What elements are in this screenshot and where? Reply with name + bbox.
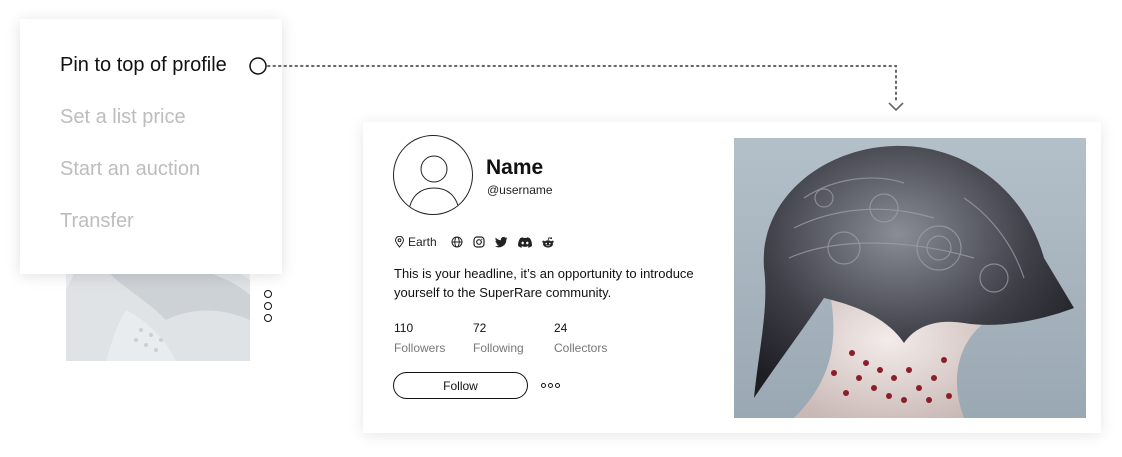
social-links xyxy=(451,236,554,248)
stat-label: Followers xyxy=(394,341,446,355)
dot xyxy=(264,302,272,310)
stat-value: 24 xyxy=(554,321,568,335)
avatar[interactable] xyxy=(393,135,473,215)
menu-item-transfer[interactable]: Transfer xyxy=(20,208,282,260)
stat-value: 72 xyxy=(473,321,487,335)
dot xyxy=(264,290,272,298)
location: Earth xyxy=(394,235,437,249)
artwork-options-menu: Pin to top of profile Set a list price S… xyxy=(20,19,282,274)
menu-item-start-auction[interactable]: Start an auction xyxy=(20,156,282,208)
location-pin-icon xyxy=(394,236,405,248)
globe-icon[interactable] xyxy=(451,236,463,248)
stat-collectors[interactable]: 24 Collectors xyxy=(554,321,634,355)
dot xyxy=(264,314,272,322)
dot xyxy=(548,383,553,388)
stat-label: Following xyxy=(473,341,524,355)
featured-artwork-image[interactable] xyxy=(734,138,1086,418)
stat-following[interactable]: 72 Following xyxy=(473,321,554,355)
profile-card: Name @username Earth This is your headli… xyxy=(363,122,1101,433)
more-options-vertical-icon[interactable] xyxy=(262,290,274,322)
stat-label: Collectors xyxy=(554,341,608,355)
profile-name: Name xyxy=(486,156,544,179)
menu-item-set-list-price[interactable]: Set a list price xyxy=(20,104,282,156)
stage: Pin to top of profile Set a list price S… xyxy=(0,0,1122,457)
profile-username: @username xyxy=(487,183,553,197)
dot xyxy=(555,383,560,388)
follow-button[interactable]: Follow xyxy=(393,372,528,399)
discord-icon[interactable] xyxy=(517,236,532,248)
profile-meta-row: Earth xyxy=(394,234,554,250)
dot xyxy=(541,383,546,388)
profile-stats: 110 Followers 72 Following 24 Collectors xyxy=(394,321,634,355)
stat-followers[interactable]: 110 Followers xyxy=(394,321,473,355)
reddit-icon[interactable] xyxy=(541,236,554,248)
twitter-icon[interactable] xyxy=(494,236,508,248)
profile-headline: This is your headline, it’s an opportuni… xyxy=(394,266,694,300)
more-options-icon[interactable] xyxy=(541,383,560,388)
menu-item-pin-to-top[interactable]: Pin to top of profile xyxy=(20,52,282,104)
instagram-icon[interactable] xyxy=(473,236,485,248)
location-label: Earth xyxy=(408,235,437,249)
stat-value: 110 xyxy=(394,321,414,335)
